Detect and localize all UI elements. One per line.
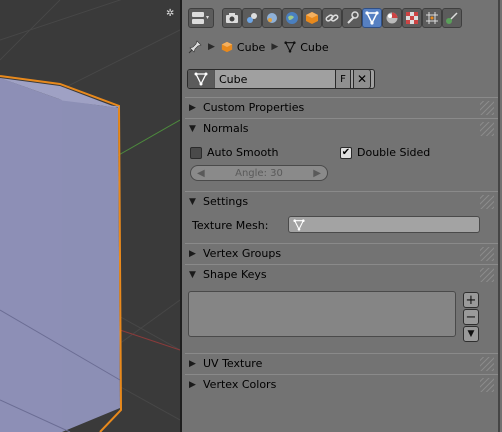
texture-mesh-field[interactable] <box>288 216 480 233</box>
world-icon <box>286 12 298 24</box>
pin-icon[interactable] <box>188 40 202 54</box>
shape-keys-list[interactable] <box>188 291 456 337</box>
collapsed-triangle-icon: ▶ <box>189 358 196 369</box>
panel-header-shape-keys[interactable]: ▼ Shape Keys <box>185 264 498 284</box>
material-sphere-icon <box>386 12 398 24</box>
collapsed-triangle-icon: ▶ <box>189 102 196 113</box>
minus-icon: − <box>465 309 477 325</box>
mesh-name-input[interactable] <box>215 71 341 87</box>
breadcrumb-separator-icon: ▶ <box>208 42 215 52</box>
wrench-icon <box>347 11 359 24</box>
panel-title: Vertex Groups <box>203 247 282 260</box>
shape-key-specials-button[interactable]: ▼ <box>463 326 479 342</box>
texture-tab[interactable] <box>402 8 422 28</box>
auto-smooth-checkbox[interactable]: Auto Smooth <box>190 146 278 159</box>
panel-header-custom-properties[interactable]: ▶ Custom Properties <box>185 97 498 117</box>
panel-title: Custom Properties <box>203 101 305 114</box>
breadcrumb-object-label: Cube <box>236 40 266 54</box>
object-tab[interactable] <box>302 8 322 28</box>
panel-header-vertex-colors[interactable]: ▶ Vertex Colors <box>185 374 498 394</box>
browse-mesh-button[interactable] <box>188 70 215 88</box>
mesh-data-icon <box>284 41 296 53</box>
plus-icon: + <box>465 292 477 308</box>
properties-editor: ▶ Cube ▶ Cube F ✕ ▶ Custom Properties ▼ … <box>182 0 500 432</box>
chain-link-icon <box>325 14 339 22</box>
object-cube-icon <box>306 12 318 24</box>
viewport-scene <box>0 0 180 432</box>
editor-type-button[interactable] <box>188 8 214 28</box>
editor-type-icon <box>192 12 209 24</box>
data-tab[interactable] <box>362 8 382 28</box>
panel-header-normals[interactable]: ▼ Normals <box>185 118 498 138</box>
texture-mesh-label: Texture Mesh: <box>192 219 269 232</box>
dropdown-arrow-icon: ▼ <box>467 328 475 339</box>
panel-title: Settings <box>203 195 249 208</box>
properties-tab-bar <box>182 6 500 30</box>
breadcrumb: ▶ Cube ▶ Cube <box>188 38 329 56</box>
checkbox-label: Double Sided <box>357 146 431 159</box>
particles-icon <box>426 12 438 24</box>
particles-tab[interactable] <box>422 8 442 28</box>
breadcrumb-mesh-label: Cube <box>300 40 329 54</box>
cube-side-face <box>62 100 120 432</box>
render-tab[interactable] <box>222 8 242 28</box>
viewport-corner-widget[interactable]: ✲ <box>166 9 174 19</box>
modifiers-tab[interactable] <box>342 8 362 28</box>
world-tab[interactable] <box>282 8 302 28</box>
camera-icon <box>226 13 238 23</box>
panel-drag-handle-icon[interactable] <box>480 378 494 392</box>
render-layers-tab[interactable] <box>242 8 262 28</box>
expanded-triangle-icon: ▼ <box>189 123 196 134</box>
material-tab[interactable] <box>382 8 402 28</box>
panel-title: UV Texture <box>203 357 263 370</box>
physics-icon <box>446 12 458 24</box>
angle-value: Angle: 30 <box>235 167 283 179</box>
panel-header-uv-texture[interactable]: ▶ UV Texture <box>185 353 498 373</box>
remove-shape-key-button[interactable]: − <box>463 309 479 325</box>
panel-drag-handle-icon[interactable] <box>480 195 494 209</box>
panel-drag-handle-icon[interactable] <box>480 247 494 261</box>
panel-title: Shape Keys <box>203 268 267 281</box>
panel-title: Normals <box>203 122 249 135</box>
panel-header-vertex-groups[interactable]: ▶ Vertex Groups <box>185 243 498 263</box>
cube-front-face <box>0 78 62 432</box>
object-cube-icon <box>221 41 233 53</box>
checkbox-label: Auto Smooth <box>207 146 279 159</box>
expanded-triangle-icon: ▼ <box>189 196 196 207</box>
checkbox-box[interactable]: ✔ <box>340 146 352 159</box>
mesh-data-icon <box>365 11 379 25</box>
fake-user-button[interactable]: F <box>335 69 351 89</box>
constraints-tab[interactable] <box>322 8 342 28</box>
increment-arrow-icon[interactable]: ▶ <box>313 168 321 179</box>
unlink-datablock-button[interactable]: ✕ <box>353 69 371 89</box>
panel-header-settings[interactable]: ▼ Settings <box>185 191 498 211</box>
panel-drag-handle-icon[interactable] <box>480 357 494 371</box>
mesh-data-icon <box>293 218 305 231</box>
angle-slider[interactable]: ◀ Angle: 30 ▶ <box>190 165 328 181</box>
mesh-data-icon <box>194 72 208 86</box>
panel-drag-handle-icon[interactable] <box>480 122 494 136</box>
double-sided-checkbox[interactable]: ✔ Double Sided <box>340 146 430 159</box>
panel-drag-handle-icon[interactable] <box>480 101 494 115</box>
physics-tab[interactable] <box>442 8 462 28</box>
add-shape-key-button[interactable]: + <box>463 292 479 308</box>
breadcrumb-separator-icon: ▶ <box>271 42 279 52</box>
panel-drag-handle-icon[interactable] <box>480 268 494 282</box>
collapsed-triangle-icon: ▶ <box>189 248 196 259</box>
scene-icon <box>267 13 277 23</box>
collapsed-triangle-icon: ▶ <box>189 379 196 390</box>
close-icon: ✕ <box>356 72 368 86</box>
render-layers-icon <box>247 13 257 23</box>
scene-tab[interactable] <box>262 8 282 28</box>
checkbox-box[interactable] <box>190 146 202 159</box>
3d-viewport[interactable]: ✲ <box>0 0 180 432</box>
decrement-arrow-icon[interactable]: ◀ <box>197 168 205 179</box>
panel-title: Vertex Colors <box>203 378 277 391</box>
expanded-triangle-icon: ▼ <box>189 269 196 280</box>
checker-texture-icon <box>406 12 418 24</box>
